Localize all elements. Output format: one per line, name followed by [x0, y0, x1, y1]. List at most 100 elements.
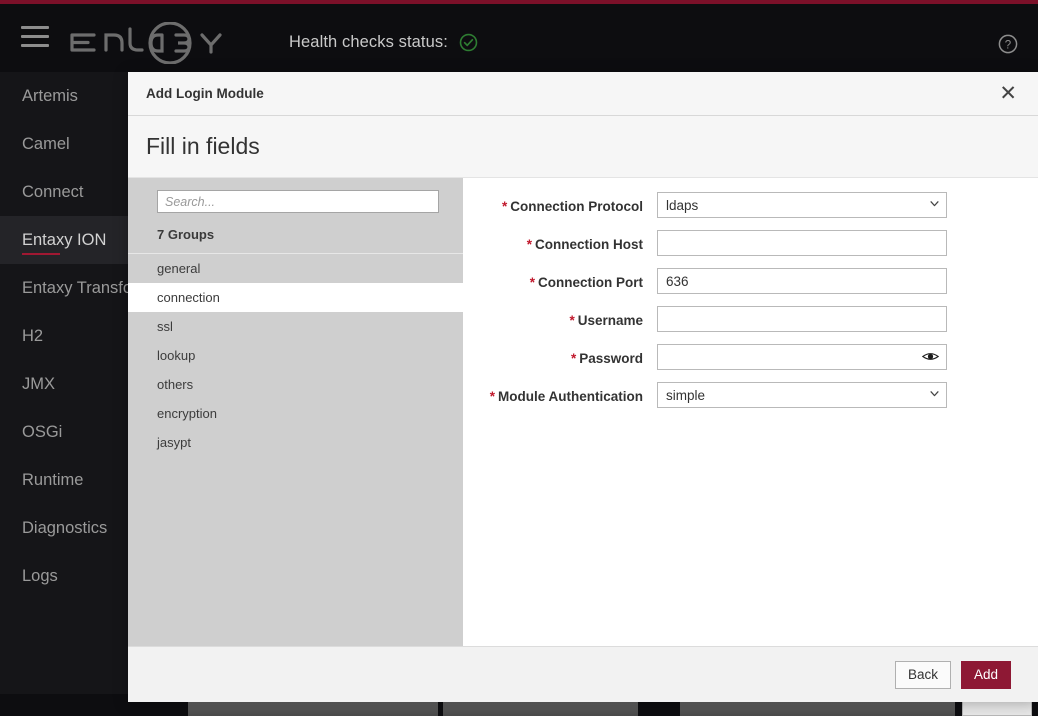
- sidebar-item-label: Diagnostics: [22, 519, 107, 538]
- field-label-text: Username: [578, 313, 643, 328]
- fields-panel: *Connection Protocol ldaps *Connect: [463, 178, 1038, 646]
- group-item-connection[interactable]: connection: [128, 283, 463, 312]
- module-authentication-select[interactable]: simple: [657, 382, 947, 408]
- field-connection-port: *Connection Port: [485, 268, 960, 294]
- field-label-text: Connection Host: [535, 237, 643, 252]
- required-asterisk: *: [569, 313, 574, 328]
- field-label: *Connection Port: [485, 268, 657, 293]
- group-item-label: general: [157, 261, 200, 276]
- field-label-text: Connection Port: [538, 275, 643, 290]
- field-control: [657, 306, 947, 332]
- sidebar-item-label: OSGi: [22, 423, 62, 442]
- required-asterisk: *: [571, 351, 576, 366]
- connection-host-input[interactable]: [657, 230, 947, 256]
- hamburger-menu-icon[interactable]: [21, 26, 49, 50]
- field-control: [657, 344, 947, 370]
- add-login-module-dialog: Add Login Module ✕ Fill in fields 7 Grou…: [128, 72, 1038, 702]
- sidebar-item-label: H2: [22, 327, 43, 346]
- field-label-text: Password: [579, 351, 643, 366]
- field-module-authentication: *Module Authentication simple: [485, 382, 960, 408]
- group-item-general[interactable]: general: [128, 254, 463, 283]
- groups-count-label: 7 Groups: [128, 213, 463, 254]
- sidebar-item-artemis[interactable]: Artemis: [0, 72, 128, 120]
- field-label: *Password: [485, 344, 657, 369]
- group-item-label: encryption: [157, 406, 217, 421]
- health-status-label: Health checks status:: [289, 33, 448, 52]
- sidebar-item-label: Camel: [22, 135, 70, 154]
- hamburger-line: [21, 44, 49, 47]
- group-item-others[interactable]: others: [128, 370, 463, 399]
- top-accent-bar: [0, 0, 1038, 4]
- group-item-ssl[interactable]: ssl: [128, 312, 463, 341]
- sidebar-item-label: Runtime: [22, 471, 83, 490]
- required-asterisk: *: [530, 275, 535, 290]
- field-label: * Username: [485, 306, 657, 331]
- sidebar-item-entaxy-transform[interactable]: Entaxy Transform: [0, 264, 128, 312]
- password-input[interactable]: [657, 344, 947, 370]
- entaxy-logo[interactable]: [66, 22, 236, 64]
- group-item-label: connection: [157, 290, 220, 305]
- hamburger-line: [21, 35, 49, 38]
- field-label: *Connection Host: [485, 230, 657, 255]
- sidebar-item-runtime[interactable]: Runtime: [0, 456, 128, 504]
- sidebar-item-label: Connect: [22, 183, 83, 202]
- group-item-encryption[interactable]: encryption: [128, 399, 463, 428]
- group-item-label: jasypt: [157, 435, 191, 450]
- dialog-body: 7 Groups general connection ssl lookup o…: [128, 178, 1038, 646]
- field-password: *Password: [485, 344, 960, 370]
- close-icon[interactable]: ✕: [996, 83, 1020, 104]
- field-control: simple: [657, 382, 947, 408]
- sidebar-item-label: Entaxy ION: [22, 231, 106, 250]
- field-username: * Username: [485, 306, 960, 332]
- eye-icon[interactable]: [922, 349, 939, 364]
- groups-search-input[interactable]: [157, 190, 439, 213]
- required-asterisk: *: [502, 199, 507, 214]
- field-control: [657, 230, 947, 256]
- sidebar-item-entaxy-ion[interactable]: Entaxy ION: [0, 216, 128, 264]
- group-item-label: others: [157, 377, 193, 392]
- add-button[interactable]: Add: [961, 661, 1011, 689]
- sidebar-item-label: Artemis: [22, 87, 78, 106]
- username-input[interactable]: [657, 306, 947, 332]
- groups-search-wrapper: [128, 178, 463, 213]
- dialog-footer: Back Add: [128, 646, 1038, 702]
- required-asterisk: *: [490, 389, 495, 404]
- sidebar-item-logs[interactable]: Logs: [0, 552, 128, 600]
- field-control: [657, 268, 947, 294]
- field-connection-host: *Connection Host: [485, 230, 960, 256]
- svg-text:?: ?: [1005, 39, 1011, 51]
- dialog-title: Add Login Module: [146, 86, 996, 101]
- sidebar-item-h2[interactable]: H2: [0, 312, 128, 360]
- health-status: Health checks status:: [289, 33, 478, 52]
- field-label-text: Connection Protocol: [510, 199, 643, 214]
- help-circle-icon[interactable]: ?: [998, 34, 1018, 54]
- field-label-text: Module Authentication: [498, 389, 643, 404]
- groups-panel: 7 Groups general connection ssl lookup o…: [128, 178, 463, 646]
- connection-protocol-select[interactable]: ldaps: [657, 192, 947, 218]
- sidebar-item-label: JMX: [22, 375, 55, 394]
- app-root: Health checks status: ? Artemis Camel Co…: [0, 0, 1038, 716]
- connection-port-input[interactable]: [657, 268, 947, 294]
- dialog-header: Add Login Module ✕: [128, 72, 1038, 116]
- sidebar-item-osgi[interactable]: OSGi: [0, 408, 128, 456]
- dialog-step-title: Fill in fields: [146, 133, 260, 160]
- sidebar-item-camel[interactable]: Camel: [0, 120, 128, 168]
- field-control: ldaps: [657, 192, 947, 218]
- group-item-lookup[interactable]: lookup: [128, 341, 463, 370]
- field-label: *Connection Protocol: [485, 192, 657, 217]
- field-label: *Module Authentication: [485, 382, 657, 407]
- field-connection-protocol: *Connection Protocol ldaps: [485, 192, 960, 218]
- sidebar-item-diagnostics[interactable]: Diagnostics: [0, 504, 128, 552]
- top-navigation-bar: Health checks status: ?: [0, 4, 1038, 72]
- required-asterisk: *: [527, 237, 532, 252]
- group-item-jasypt[interactable]: jasypt: [128, 428, 463, 457]
- sidebar-navigation: Artemis Camel Connect Entaxy ION Entaxy …: [0, 72, 128, 694]
- sidebar-item-jmx[interactable]: JMX: [0, 360, 128, 408]
- check-circle-icon: [459, 33, 478, 52]
- dialog-subheader: Fill in fields: [128, 116, 1038, 178]
- sidebar-item-connect[interactable]: Connect: [0, 168, 128, 216]
- group-item-label: lookup: [157, 348, 195, 363]
- hamburger-line: [21, 26, 49, 29]
- group-item-label: ssl: [157, 319, 173, 334]
- back-button[interactable]: Back: [895, 661, 951, 689]
